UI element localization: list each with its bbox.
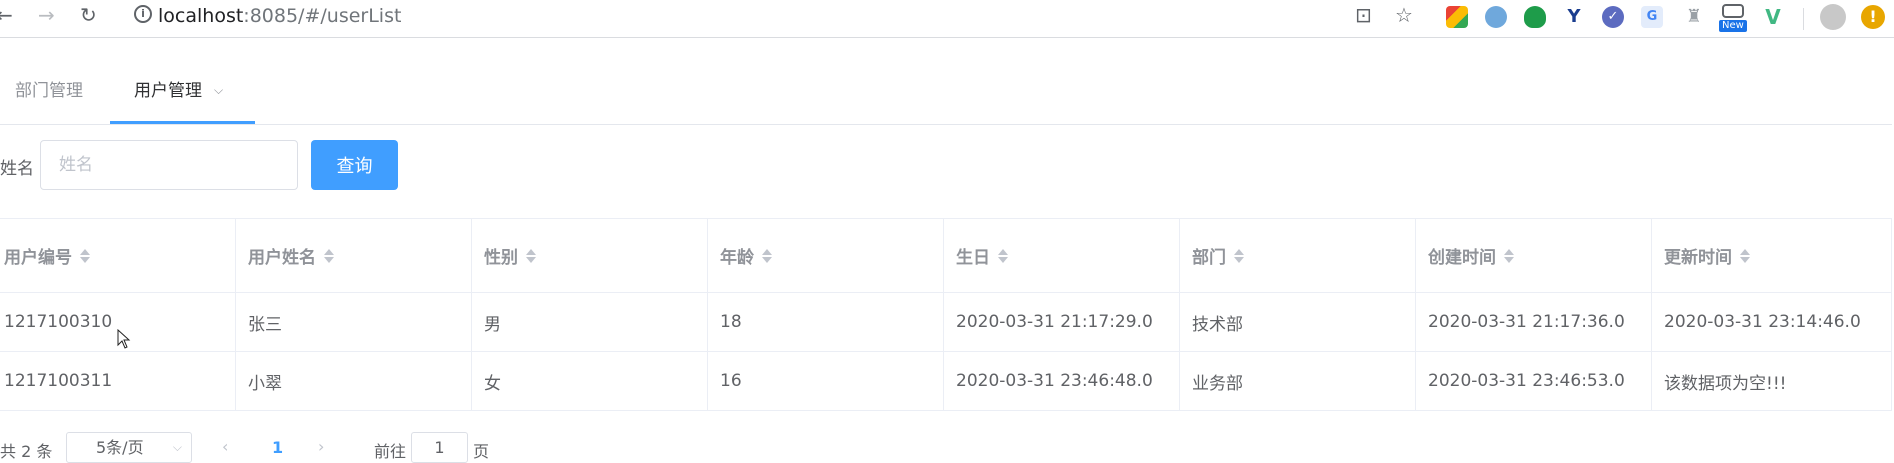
table-row[interactable]: 1217100310 张三 男 18 2020-03-31 21:17:29.0… <box>0 293 1892 352</box>
extension-v-icon[interactable]: Y <box>1563 6 1585 28</box>
user-table: 用户编号 用户姓名 性别 年龄 生日 部门 创建时间 更新时间 12171003… <box>0 218 1892 411</box>
table-cell: 技术部 <box>1180 293 1416 351</box>
tab-department[interactable]: 部门管理 <box>15 76 83 101</box>
profile-avatar[interactable] <box>1820 4 1846 30</box>
sort-icon[interactable] <box>1234 248 1244 263</box>
sort-icon[interactable] <box>80 248 90 263</box>
chevron-down-icon: ⌵ <box>214 83 224 97</box>
forward-icon[interactable]: → <box>38 4 55 26</box>
column-header-label: 更新时间 <box>1664 248 1732 268</box>
prev-page-icon[interactable]: ‹ <box>222 437 228 456</box>
goto-unit-label: 页 <box>473 442 490 461</box>
extension-shield-icon[interactable] <box>1524 6 1546 28</box>
page-size-select[interactable]: 5条/页 ⌵ <box>66 432 192 463</box>
column-header-birthday[interactable]: 生日 <box>944 219 1180 292</box>
column-header-label: 用户编号 <box>4 248 72 268</box>
sort-icon[interactable] <box>998 248 1008 263</box>
sort-icon[interactable] <box>324 248 334 263</box>
new-badge: New <box>1719 20 1747 32</box>
table-cell: 2020-03-31 21:17:36.0 <box>1416 293 1652 351</box>
column-header-label: 生日 <box>956 248 990 268</box>
column-header-age[interactable]: 年龄 <box>708 219 944 292</box>
page-size-value: 5条/页 <box>96 438 144 457</box>
column-header-label: 创建时间 <box>1428 248 1496 268</box>
table-cell: 小翠 <box>236 352 472 410</box>
table-cell: 张三 <box>236 293 472 351</box>
extension-check-icon[interactable]: ✓ <box>1602 6 1624 28</box>
extension-colorful-icon[interactable] <box>1446 6 1468 28</box>
goto-page-input[interactable] <box>411 432 468 463</box>
browser-toolbar: ← → ↻ i localhost:8085/#/userList ⊡ ☆ Y … <box>0 0 1894 38</box>
column-header-created-at[interactable]: 创建时间 <box>1416 219 1652 292</box>
sort-icon[interactable] <box>1504 248 1514 263</box>
tab-user-management[interactable]: 用户管理 ⌵ <box>134 76 223 101</box>
table-cell: 2020-03-31 21:17:29.0 <box>944 293 1180 351</box>
column-header-department[interactable]: 部门 <box>1180 219 1416 292</box>
chevron-down-icon: ⌵ <box>172 440 182 454</box>
table-row[interactable]: 1217100311 小翠 女 16 2020-03-31 23:46:48.0… <box>0 352 1892 411</box>
name-search-input[interactable] <box>40 140 298 190</box>
update-alert-icon[interactable]: ! <box>1861 5 1885 29</box>
table-cell: 2020-03-31 23:46:53.0 <box>1416 352 1652 410</box>
column-header-label: 年龄 <box>720 248 754 268</box>
table-cell: 18 <box>708 293 944 351</box>
extension-mask-icon[interactable]: ♜ <box>1683 6 1705 28</box>
goto-label: 前往 <box>374 442 407 461</box>
tab-user-label: 用户管理 <box>134 81 202 101</box>
table-cell: 2020-03-31 23:14:46.0 <box>1652 293 1892 351</box>
mouse-cursor-icon <box>117 329 131 349</box>
column-header-updated-at[interactable]: 更新时间 <box>1652 219 1892 292</box>
column-header-label: 性别 <box>484 248 518 268</box>
site-info-icon[interactable]: i <box>134 5 152 23</box>
tab-bar: 部门管理 用户管理 ⌵ <box>0 38 1892 125</box>
extension-blue-circle-icon[interactable] <box>1485 6 1507 28</box>
table-cell: 2020-03-31 23:46:48.0 <box>944 352 1180 410</box>
sort-icon[interactable] <box>1740 248 1750 263</box>
pagination-total: 共 2 条 <box>0 442 53 461</box>
column-header-label: 用户姓名 <box>248 248 316 268</box>
table-cell: 1217100311 <box>0 352 236 410</box>
address-bar[interactable]: localhost:8085/#/userList <box>158 5 401 27</box>
table-cell: 男 <box>472 293 708 351</box>
url-host: localhost <box>158 5 244 27</box>
table-cell: 业务部 <box>1180 352 1416 410</box>
next-page-icon[interactable]: › <box>318 437 324 456</box>
table-cell: 16 <box>708 352 944 410</box>
column-header-user-name[interactable]: 用户姓名 <box>236 219 472 292</box>
page-number-current[interactable]: 1 <box>272 438 283 457</box>
extension-g-icon[interactable]: G <box>1641 6 1663 28</box>
query-button[interactable]: 查询 <box>311 140 398 190</box>
back-icon[interactable]: ← <box>0 4 13 26</box>
url-path: :8085/#/userList <box>243 5 402 27</box>
name-label: 姓名 <box>0 159 34 179</box>
pagination: 共 2 条 5条/页 ⌵ ‹ 1 › 前往 页 <box>0 432 1894 463</box>
column-header-label: 部门 <box>1192 248 1226 268</box>
sort-icon[interactable] <box>526 248 536 263</box>
toolbar-divider <box>1803 8 1804 30</box>
translate-icon[interactable]: ⊡ <box>1355 4 1372 26</box>
table-cell: 该数据项为空!!! <box>1652 352 1892 410</box>
vue-devtools-icon[interactable]: V <box>1762 6 1784 28</box>
table-header-row: 用户编号 用户姓名 性别 年龄 生日 部门 创建时间 更新时间 <box>0 219 1892 293</box>
table-cell: 女 <box>472 352 708 410</box>
sort-icon[interactable] <box>762 248 772 263</box>
active-tab-indicator <box>110 121 255 124</box>
bookmark-star-icon[interactable]: ☆ <box>1395 4 1413 26</box>
column-header-gender[interactable]: 性别 <box>472 219 708 292</box>
extension-new-icon[interactable] <box>1722 4 1744 18</box>
reload-icon[interactable]: ↻ <box>80 4 97 26</box>
column-header-user-id[interactable]: 用户编号 <box>0 219 236 292</box>
